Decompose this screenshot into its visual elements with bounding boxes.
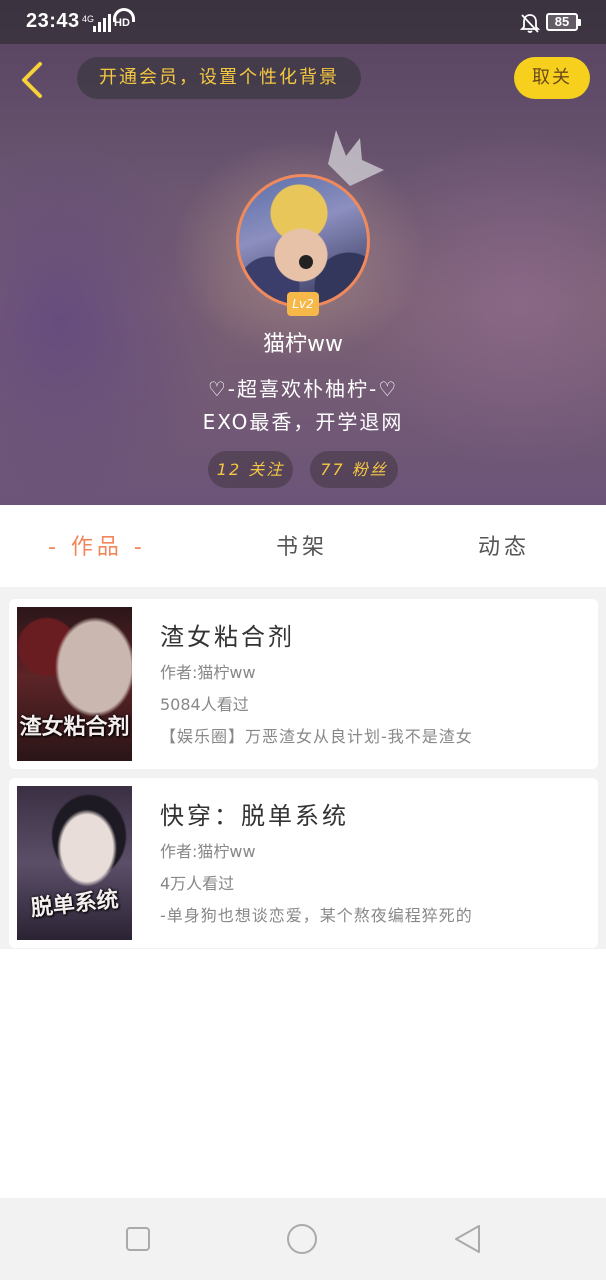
book-author: 作者:猫柠ww [160,842,256,861]
unfollow-button[interactable]: 取关 [514,57,590,99]
profile-header: 23:43 4G HD 85 开通会员，设置个性化背景 取关 Lv2 猫柠ww … [0,0,606,505]
book-title[interactable]: 快穿：脱单系统 [160,796,349,831]
cover-title: 脱单系统 [29,887,120,922]
hd-indicator: HD [114,17,130,29]
book-views: 4万人看过 [160,874,235,893]
following-count[interactable]: 12 关注 [208,451,293,488]
cover-title: 渣女粘合剂 [19,715,130,740]
book-cover[interactable]: 脱单系统 [17,786,132,940]
book-views: 5084人看过 [160,695,249,714]
tab-feed[interactable]: 动态 [478,529,530,561]
username: 猫柠ww [263,332,343,357]
tab-works[interactable]: - 作品 - [48,529,146,561]
bell-off-icon [519,14,541,33]
book-cover[interactable]: 渣女粘合剂 [17,607,132,761]
book-title[interactable]: 渣女粘合剂 [160,617,295,652]
bio-line-1: ♡-超喜欢朴柚柠-♡ [207,377,399,401]
square-icon[interactable] [122,1223,154,1255]
book-author: 作者:猫柠ww [160,663,256,682]
system-nav-bar [0,1198,606,1280]
profile-tabs: - 作品 - 书架 动态 [0,505,606,587]
circle-icon[interactable] [286,1223,318,1255]
battery-indicator: 85 [546,13,581,31]
avatar[interactable] [236,174,370,308]
status-bar: 23:43 4G HD 85 [0,0,606,44]
book-card[interactable]: 脱单系统 快穿：脱单系统 作者:猫柠ww 4万人看过 -单身狗也想谈恋爱，某个熬… [9,778,598,948]
level-badge: Lv2 [287,292,319,316]
signal-icon [93,14,113,32]
book-description: 【娱乐圈】万恶渣女从良计划-我不是渣女 [160,727,473,746]
chevron-left-icon[interactable] [16,58,56,102]
book-card[interactable]: 渣女粘合剂 渣女粘合剂 作者:猫柠ww 5084人看过 【娱乐圈】万恶渣女从良计… [9,599,598,769]
tab-bookshelf[interactable]: 书架 [276,529,328,561]
battery-level: 85 [554,14,570,29]
vip-background-button[interactable]: 开通会员，设置个性化背景 [77,57,361,99]
bio-line-2: EXO最香，开学退网 [202,410,404,434]
avatar-microphone [299,255,313,269]
triangle-back-icon[interactable] [452,1223,484,1255]
book-description: -单身狗也想谈恋爱，某个熬夜编程猝死的 [160,906,473,925]
status-time: 23:43 [26,10,80,32]
followers-count[interactable]: 77 粉丝 [310,451,398,488]
